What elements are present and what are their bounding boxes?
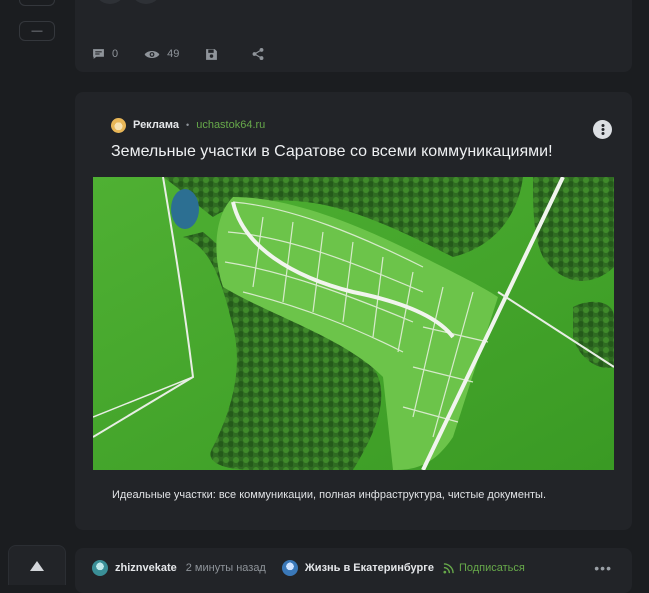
ad-title[interactable]: Земельные участки в Саратове со всеми ко… — [111, 143, 553, 161]
ad-header: Реклама • uchastok64.ru — [111, 117, 265, 133]
rss-icon — [443, 562, 454, 574]
triangle-up-icon — [30, 560, 44, 571]
rating-value: — — [19, 21, 55, 41]
subscribe-button[interactable]: Подписаться — [443, 562, 525, 574]
author-link[interactable]: zhiznvekate — [115, 562, 177, 574]
floppy-icon — [206, 48, 218, 60]
next-post-menu-button[interactable]: ••• — [594, 560, 612, 576]
comments-count: 0 — [112, 48, 119, 60]
ad-menu-button[interactable] — [593, 120, 612, 139]
share-icon — [252, 47, 264, 61]
community-avatar[interactable] — [281, 560, 298, 576]
post-time: 2 минуты назад — [185, 562, 266, 574]
subscribe-label: Подписаться — [458, 562, 525, 574]
comments-stat[interactable]: 0 — [92, 48, 118, 60]
reaction-button[interactable] — [130, 0, 162, 4]
next-post-card: zhiznvekate 2 минуты назад Жизнь в Екате… — [75, 548, 632, 593]
ad-label: Реклама — [133, 119, 180, 131]
author-avatar[interactable] — [92, 560, 108, 576]
next-post-meta: zhiznvekate 2 минуты назад Жизнь в Екате… — [92, 559, 525, 577]
ad-description: Идеальные участки: все коммуникации, пол… — [112, 489, 547, 501]
chevron-down-icon: ⌄ — [33, 0, 41, 3]
views-count: 49 — [167, 48, 180, 60]
ad-image-land-plots[interactable] — [93, 177, 614, 470]
share-button[interactable] — [251, 47, 272, 61]
rating-dash: — — [31, 25, 43, 37]
comment-icon — [93, 49, 104, 59]
separator-dot: • — [186, 120, 190, 130]
ad-card[interactable]: Реклама • uchastok64.ru Земельные участк… — [75, 92, 632, 530]
post-stats: 0 49 — [92, 45, 298, 63]
community-link[interactable]: Жизнь в Екатеринбурге — [305, 562, 434, 574]
more-vertical-icon — [601, 124, 604, 135]
rating-down-button[interactable]: ⌄ — [19, 0, 55, 6]
eye-icon — [144, 50, 160, 58]
rating-up-button[interactable] — [8, 545, 66, 585]
views-stat: 49 — [144, 48, 179, 60]
like-button[interactable] — [94, 0, 126, 4]
save-button[interactable] — [205, 48, 225, 61]
advertiser-logo — [111, 117, 126, 133]
ad-domain-link[interactable]: uchastok64.ru — [196, 119, 265, 131]
previous-post-footer: 0 49 — [75, 0, 632, 72]
left-rail: ⌄ — — [0, 0, 74, 585]
